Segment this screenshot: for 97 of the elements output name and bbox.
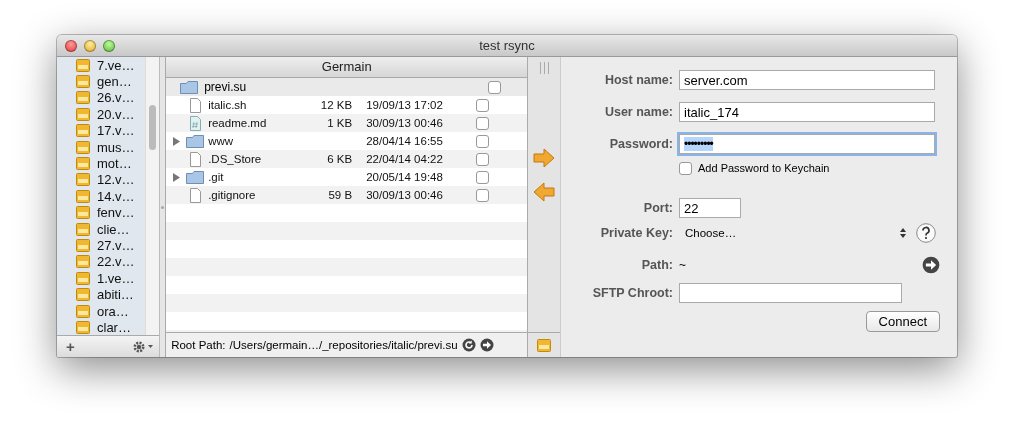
window-title: test rsync [479,38,535,53]
drive-icon [76,157,90,171]
file-date: 19/09/13 17:02 [366,99,444,111]
sidebar-item[interactable]: clar… [76,319,146,335]
field-label: Port: [642,201,673,215]
sidebar-item[interactable]: ora… [76,302,146,320]
drive-icon [76,140,90,154]
file-date: 30/09/13 00:46 [366,117,444,129]
right-arrow-icon[interactable] [533,148,556,168]
connect-button[interactable]: Connect [865,310,940,332]
file-name[interactable]: .git [208,171,303,183]
checkbox[interactable] [476,152,490,166]
checkbox[interactable] [476,134,490,148]
left-arrow-icon[interactable] [533,182,556,202]
sidebar-item[interactable]: mot… [76,155,146,172]
field-label: User name: [603,105,673,119]
sidebar-item[interactable]: gen… [76,73,146,90]
disclosure-triangle[interactable] [172,136,181,146]
drive-icon [76,222,90,236]
file-size: 12 KB [320,99,353,111]
password-field[interactable]: ••••••••• [679,134,935,154]
help-icon[interactable] [916,223,936,243]
drive-icon [76,304,90,318]
drive-icon [76,75,90,89]
file-size: 6 KB [327,153,353,165]
sidebar-item[interactable]: clie… [76,220,146,238]
file-size: 1 KB [327,117,353,129]
drive-icon [76,107,90,121]
gear-icon[interactable] [133,340,156,353]
host-field[interactable]: server.com [679,70,935,90]
stepper-icon [900,228,906,238]
sidebar-item[interactable]: 20.v… [76,106,146,123]
drive-icon [76,255,90,269]
user-field[interactable]: italic_174 [679,102,935,122]
checkbox[interactable] [488,80,502,94]
sidebar-item[interactable]: fenv… [76,204,146,221]
drive-icon[interactable] [537,338,552,352]
path-value: ~ [679,258,687,272]
file-date: 20/05/14 19:48 [366,171,444,183]
sidebar-item[interactable]: 1.ve… [76,270,146,287]
add-button[interactable]: + [63,339,78,354]
close-button[interactable] [65,39,77,52]
sidebar-item[interactable]: 14.v… [76,188,146,205]
file-size: 59 B [328,189,353,201]
file-name[interactable]: .DS_Store [208,153,303,165]
field-label: Password: [608,137,673,151]
chroot-field[interactable] [679,283,902,303]
sidebar-item[interactable]: 27.v… [76,237,146,254]
sidebar-item[interactable]: abiti… [76,286,146,303]
port-field[interactable]: 22 [679,198,741,218]
drive-icon [76,320,90,334]
drive-icon [76,91,90,105]
sidebar-item[interactable]: 17.v… [76,122,146,139]
drive-icon [76,189,90,203]
field-label: Private Key: [599,226,673,240]
file-name[interactable]: www [208,135,303,147]
sidebar-item[interactable]: 12.v… [76,171,146,189]
checkbox[interactable] [476,188,490,202]
drive-icon [76,206,90,220]
root-path-label: Root Path: [171,339,226,351]
splitter-handle[interactable] [161,205,165,209]
file-name[interactable]: .gitignore [208,189,303,201]
go-arrow-icon[interactable] [479,338,494,352]
checkbox[interactable] [679,161,692,175]
file-date: 28/04/14 16:55 [366,135,444,147]
root-path: /Users/germain…/_repositories/italic/previ.su [229,339,458,351]
drive-icon [76,288,90,302]
key-dropdown[interactable]: Choose… [679,227,910,239]
scroll-thumb[interactable] [149,105,157,150]
minimize-button[interactable] [84,39,96,52]
pane-title: Germain [166,57,528,78]
sidebar-item[interactable]: 7.ve… [76,57,146,74]
drive-icon [76,271,90,285]
checkbox-label: Add Password to Keychain [698,162,830,174]
checkbox[interactable] [476,98,490,112]
folder-icon [186,170,205,184]
drive-icon [76,58,90,72]
file-date: 22/04/14 04:22 [366,153,444,165]
field-label: Path: [640,258,673,272]
zoom-button[interactable] [103,39,115,52]
file-date: 30/09/13 00:46 [366,189,444,201]
field-label: Host name: [603,73,673,87]
checkbox[interactable] [476,116,490,130]
refresh-icon[interactable] [461,338,476,352]
drive-icon [76,173,90,187]
folder-icon [186,134,205,148]
folder-icon [180,80,199,94]
disclosure-triangle[interactable] [172,172,181,182]
sidebar-item[interactable]: mus… [76,138,146,156]
sidebar-item[interactable]: 26.v… [76,89,146,107]
checkbox[interactable] [476,170,490,184]
drive-icon [76,239,90,252]
file-name[interactable]: readme.md [208,117,303,129]
drive-icon [76,124,90,138]
field-label: SFTP Chroot: [591,286,673,300]
sidebar-item[interactable]: 22.v… [76,253,146,271]
file-name[interactable]: italic.sh [208,99,303,111]
